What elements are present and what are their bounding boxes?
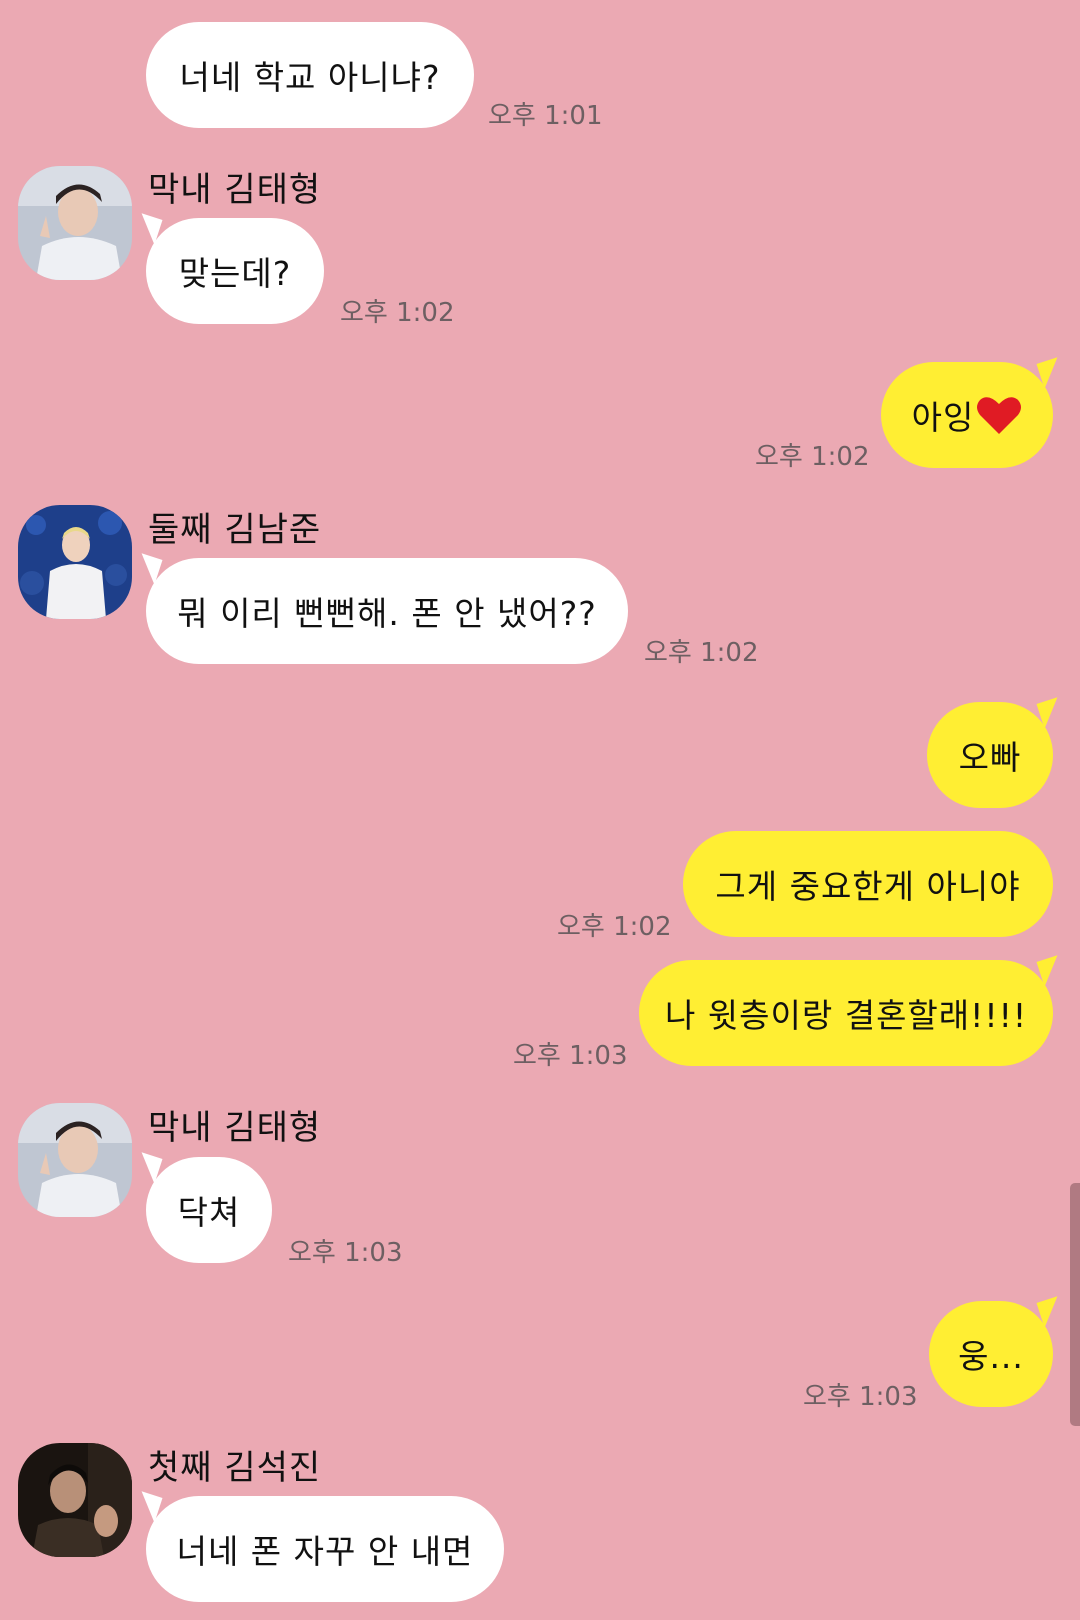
- message-text: 오빠: [958, 738, 1022, 777]
- red-heart-icon: [976, 394, 1022, 436]
- message-bubble[interactable]: 닥쳐: [133, 1152, 272, 1263]
- sender-name: 막내 김태형: [148, 1108, 322, 1148]
- message-bubble[interactable]: 너네 학교 아니냐?: [146, 22, 474, 128]
- message-bubble[interactable]: 뭐 이리 뻔뻔해. 폰 안 냈어??: [133, 553, 628, 664]
- sender-name: 첫째 김석진: [148, 1448, 322, 1488]
- message-bubble[interactable]: 오빠: [927, 697, 1066, 808]
- bubble-tail: [1036, 955, 1066, 987]
- message-timestamp: 오후 1:03: [513, 1041, 628, 1071]
- message-timestamp: 오후 1:02: [644, 638, 759, 668]
- message-text: 닥쳐: [177, 1193, 241, 1232]
- message-text: 웅...: [958, 1337, 1024, 1376]
- message-timestamp: 오후 1:02: [557, 912, 672, 942]
- message-text: 아잉: [911, 398, 975, 437]
- scrollbar[interactable]: [1070, 1183, 1080, 1426]
- message-text: 뭐 이리 뻔뻔해. 폰 안 냈어??: [177, 594, 597, 633]
- seokjin-avatar[interactable]: [18, 1443, 132, 1557]
- bubble-tail: [133, 1491, 163, 1523]
- message-text: 그게 중요한게 아니야: [715, 867, 1021, 906]
- message-bubble[interactable]: 맞는데?: [133, 213, 324, 324]
- bubble-tail: [1036, 1296, 1066, 1328]
- message-timestamp: 오후 1:03: [803, 1382, 918, 1412]
- message-bubble[interactable]: 웅...: [929, 1296, 1066, 1407]
- sender-name: 막내 김태형: [148, 170, 322, 210]
- message-text: 나 윗층이랑 결혼할래!!!!: [664, 996, 1028, 1035]
- message-bubble[interactable]: 나 윗층이랑 결혼할래!!!!: [639, 955, 1066, 1066]
- namjoon-avatar[interactable]: [18, 505, 132, 619]
- message-text: 너네 학교 아니냐?: [179, 58, 441, 97]
- bubble-tail: [1036, 357, 1066, 389]
- message-bubble[interactable]: 너네 폰 자꾸 안 내면: [133, 1491, 504, 1602]
- message-bubble[interactable]: 그게 중요한게 아니야: [683, 831, 1053, 937]
- bubble-tail: [1036, 697, 1066, 729]
- sender-name: 둘째 김남준: [148, 510, 322, 550]
- message-timestamp: 오후 1:02: [340, 298, 455, 328]
- message-text: 맞는데?: [178, 254, 292, 293]
- bubble-tail: [133, 553, 163, 585]
- message-timestamp: 오후 1:01: [488, 101, 603, 131]
- taehyung-avatar[interactable]: [18, 1103, 132, 1217]
- message-bubble[interactable]: 아잉: [881, 357, 1066, 468]
- message-text: 너네 폰 자꾸 안 내면: [176, 1532, 474, 1571]
- bubble-tail: [133, 213, 163, 245]
- message-timestamp: 오후 1:03: [288, 1238, 403, 1268]
- message-timestamp: 오후 1:02: [755, 442, 870, 472]
- taehyung-avatar[interactable]: [18, 166, 132, 280]
- bubble-tail: [133, 1152, 163, 1184]
